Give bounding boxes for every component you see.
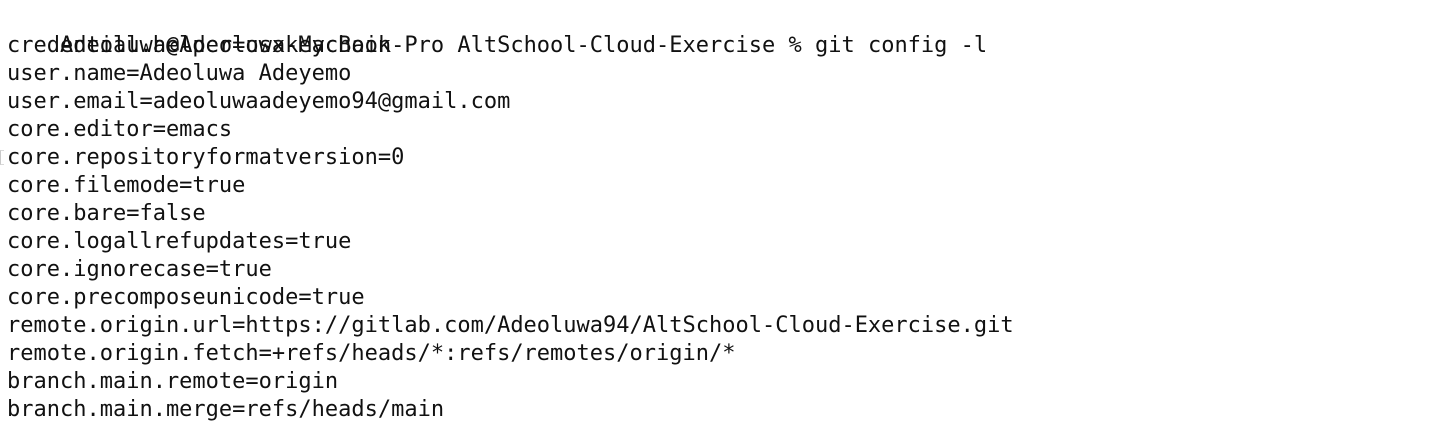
line-marker <box>0 150 4 165</box>
output-line: core.logallrefupdates=true <box>7 229 352 254</box>
terminal-window[interactable]: Adeoluwa@Adeoluwa-MacBook-Pro AltSchool-… <box>0 0 1456 424</box>
output-line: remote.origin.url=https://gitlab.com/Ade… <box>7 313 1014 338</box>
output-line: core.ignorecase=true <box>7 257 272 282</box>
output-line: core.repositoryformatversion=0 <box>7 145 405 170</box>
git-command: git config -l <box>814 33 988 58</box>
output-line: core.editor=emacs <box>7 117 233 142</box>
output-line: core.precomposeunicode=true <box>7 285 365 310</box>
output-line: user.name=Adeoluwa Adeyemo <box>7 61 352 86</box>
output-line: branch.main.merge=refs/heads/main <box>7 397 445 422</box>
command-line: Adeoluwa@Adeoluwa-MacBook-Pro AltSchool-… <box>0 4 1456 58</box>
output-line: core.filemode=true <box>7 173 246 198</box>
output-line: user.email=adeoluwaadeyemo94@gmail.com <box>7 89 511 114</box>
output-line: remote.origin.fetch=+refs/heads/*:refs/r… <box>7 341 736 366</box>
output-line: core.bare=false <box>7 201 206 226</box>
output-line: branch.main.remote=origin <box>7 369 339 394</box>
